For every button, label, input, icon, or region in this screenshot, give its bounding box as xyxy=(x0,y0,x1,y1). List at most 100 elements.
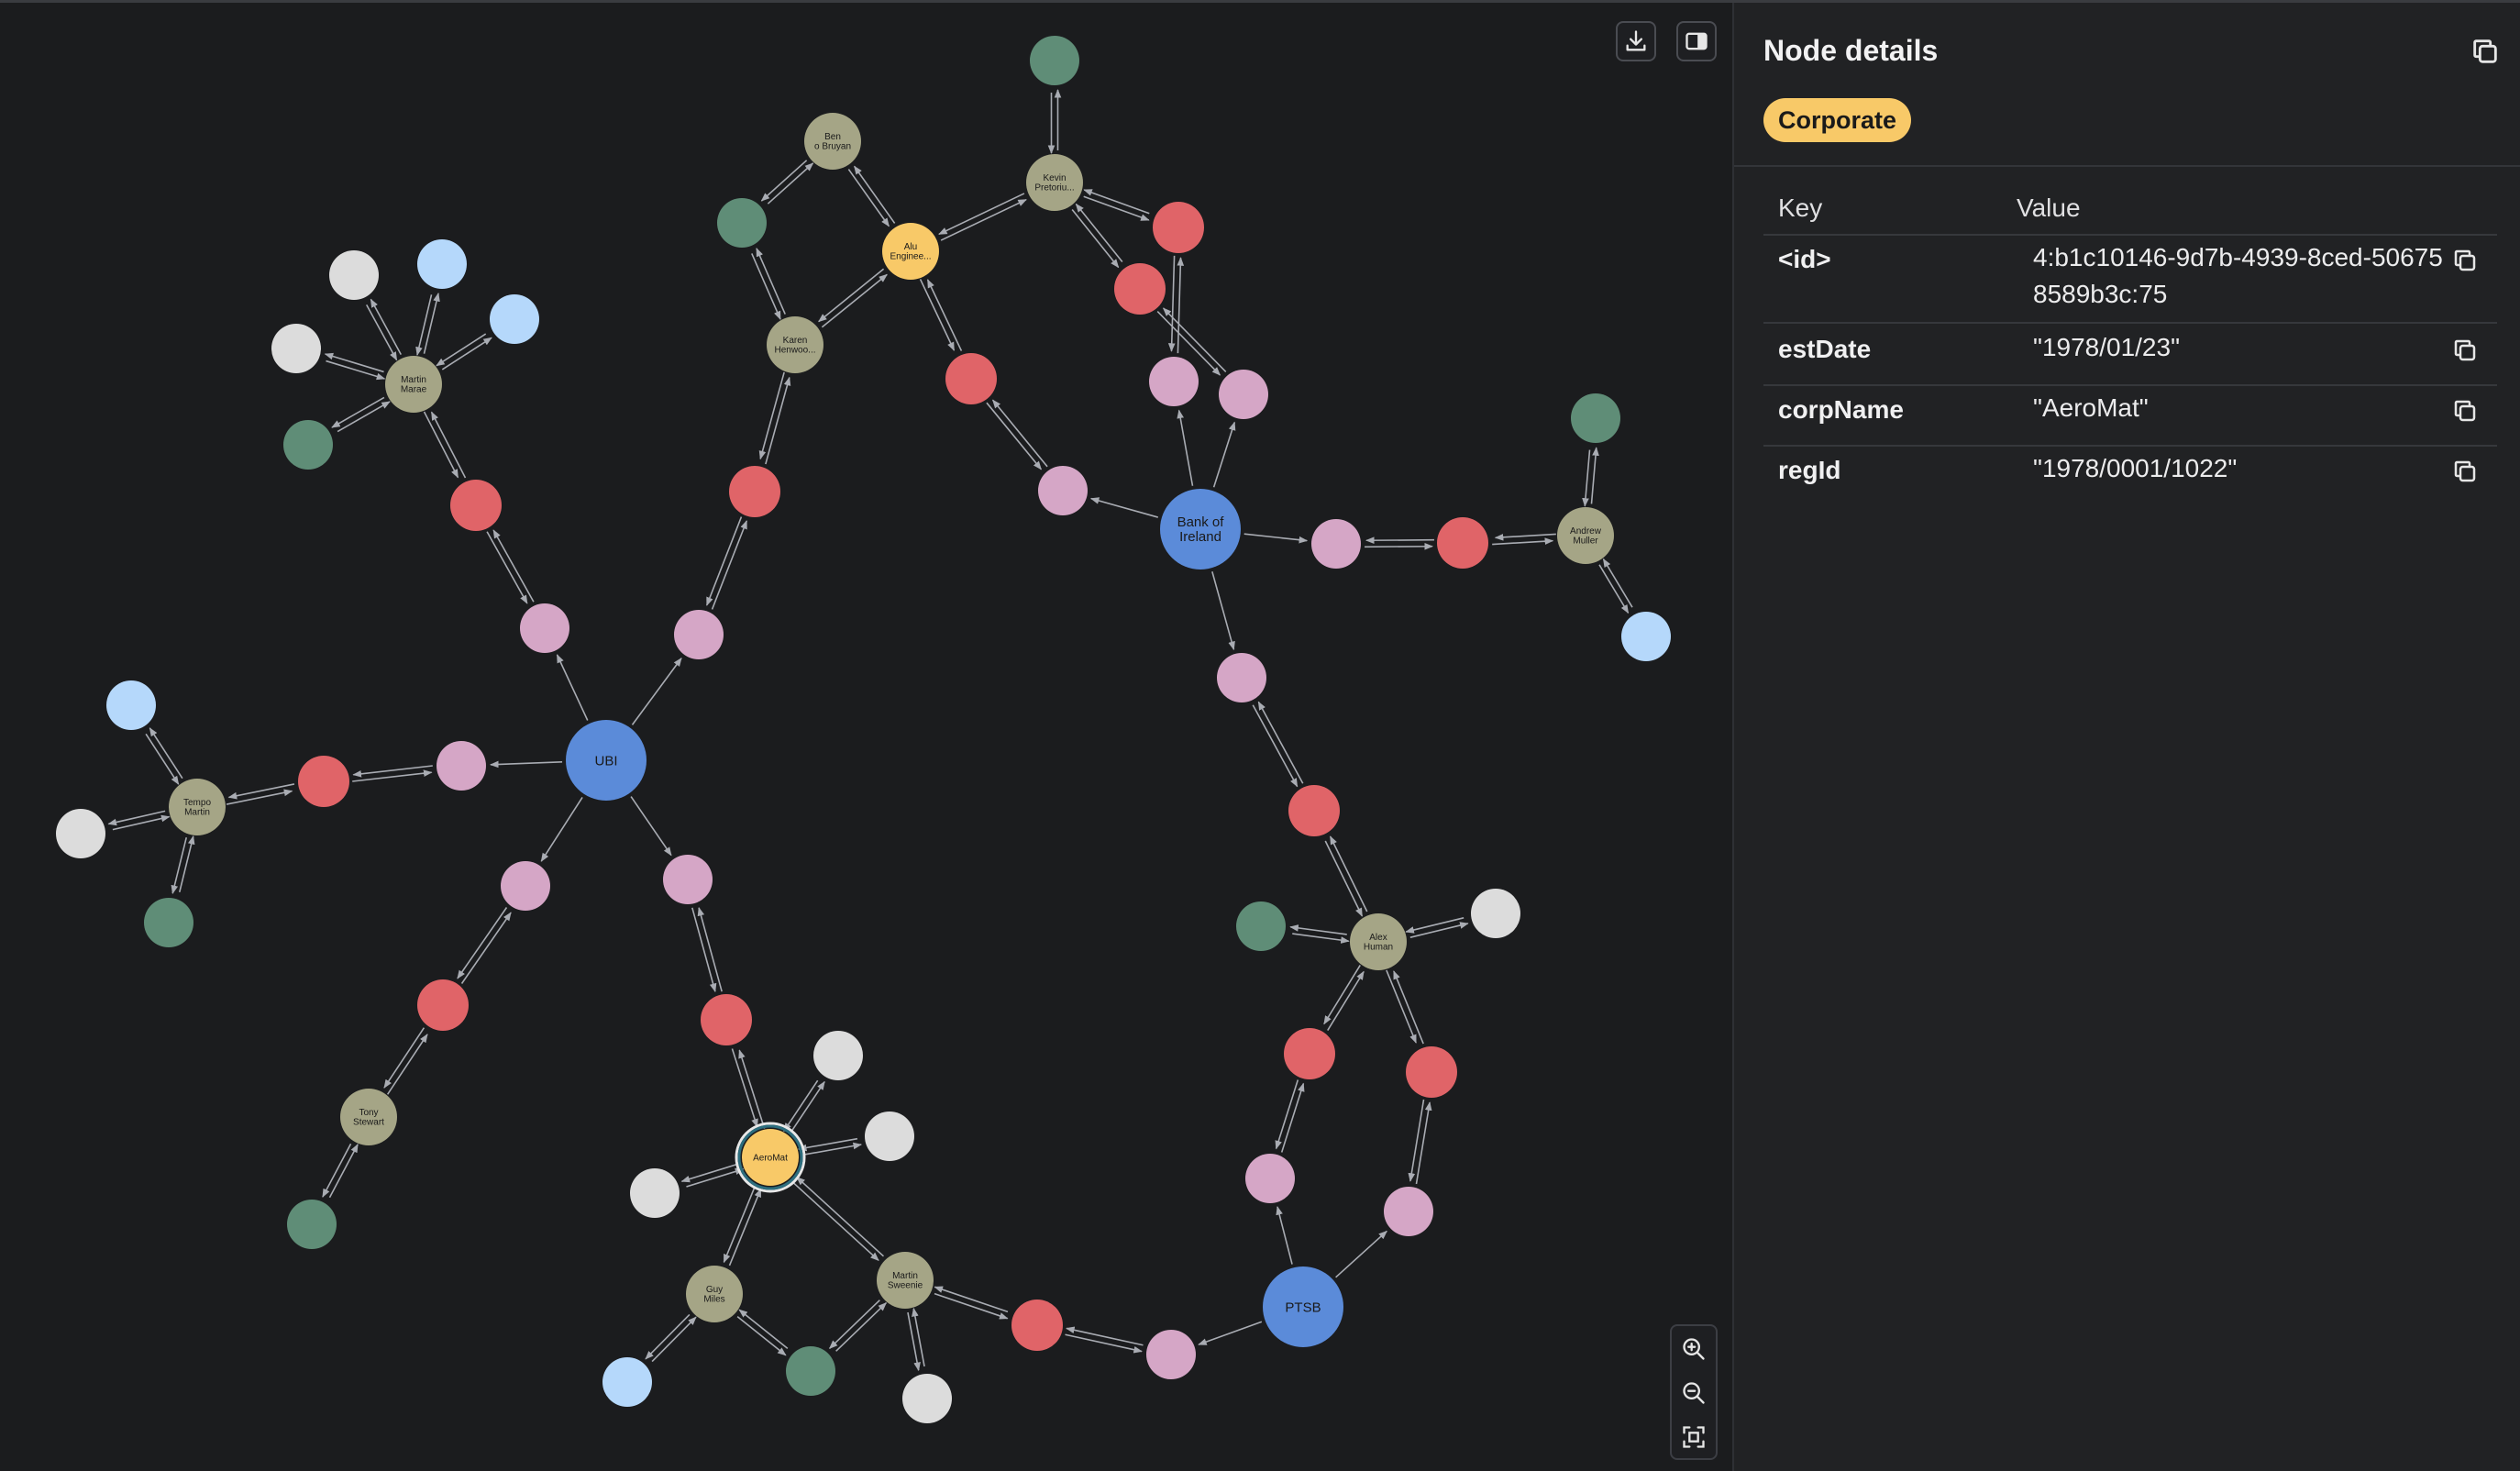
relationship-edge[interactable] xyxy=(1252,704,1299,788)
node-circle[interactable] xyxy=(1406,1046,1457,1098)
relationship-edge[interactable] xyxy=(940,198,1027,241)
node-circle[interactable] xyxy=(1149,357,1199,406)
node-circle[interactable] xyxy=(329,250,379,300)
graph-node[interactable]: Guy Miles xyxy=(686,1266,743,1322)
node-circle[interactable] xyxy=(1245,1154,1295,1203)
relationship-edge[interactable] xyxy=(992,399,1048,468)
relationship-edge[interactable] xyxy=(1408,1099,1425,1182)
graph-node[interactable]: Tony Stewart xyxy=(340,1089,397,1145)
node-circle[interactable] xyxy=(786,1346,835,1396)
relationship-edge[interactable] xyxy=(556,654,589,721)
node-circle[interactable] xyxy=(701,994,752,1045)
graph-node[interactable]: Alu Enginee... xyxy=(882,223,939,280)
relationship-edge[interactable] xyxy=(171,836,188,895)
node-circle[interactable] xyxy=(56,809,105,858)
copy-value-button[interactable] xyxy=(2451,247,2482,278)
relationship-edge[interactable] xyxy=(790,1180,879,1261)
node-circle[interactable] xyxy=(1571,393,1620,443)
relationship-edge[interactable] xyxy=(1280,1082,1305,1153)
graph-node[interactable] xyxy=(106,680,156,730)
relationship-edge[interactable] xyxy=(1590,447,1599,504)
node-circle[interactable] xyxy=(417,239,467,289)
graph-node[interactable] xyxy=(865,1112,914,1161)
graph-canvas[interactable]: UBI Bank of Ireland PTSB AeroMat Alu Enginee..… xyxy=(0,3,1732,1471)
graph-node[interactable] xyxy=(729,466,780,517)
relationship-edge[interactable] xyxy=(765,376,791,465)
relationship-edge[interactable] xyxy=(145,733,180,785)
relationship-edge[interactable] xyxy=(783,1079,819,1133)
relationship-edge[interactable] xyxy=(1602,558,1633,608)
graph-node[interactable] xyxy=(945,353,997,404)
node-circle[interactable] xyxy=(674,610,724,659)
graph-node[interactable]: PTSB xyxy=(1263,1266,1343,1347)
relationship-edge[interactable] xyxy=(1329,835,1368,912)
zoom-out-button[interactable] xyxy=(1672,1372,1716,1414)
relationship-edge[interactable] xyxy=(835,1302,888,1352)
relationship-edge[interactable] xyxy=(1405,917,1464,934)
node-circle[interactable] xyxy=(1284,1028,1335,1079)
relationship-edge[interactable] xyxy=(1071,208,1120,269)
relationship-edge[interactable] xyxy=(107,810,166,826)
relationship-edge[interactable] xyxy=(492,529,535,603)
graph-node[interactable] xyxy=(786,1346,835,1396)
copy-all-button[interactable] xyxy=(2470,36,2503,69)
relationship-edge[interactable] xyxy=(934,1292,1009,1320)
relationship-edge[interactable] xyxy=(1243,533,1309,544)
graph-node[interactable] xyxy=(630,1168,680,1218)
graph-node[interactable] xyxy=(1311,519,1361,569)
relationship-edge[interactable] xyxy=(986,402,1042,470)
graph-node[interactable]: Tempo Martin xyxy=(169,779,226,835)
relationship-edge[interactable] xyxy=(1083,189,1150,215)
graph-node[interactable]: Bank of Ireland xyxy=(1160,489,1241,570)
relationship-edge[interactable] xyxy=(1335,1230,1387,1278)
graph-node[interactable] xyxy=(674,610,724,659)
copy-value-button[interactable] xyxy=(2451,337,2482,368)
node-circle[interactable] xyxy=(1011,1300,1063,1351)
node-circle[interactable] xyxy=(1030,36,1079,85)
relationship-edge[interactable] xyxy=(818,268,885,323)
graph-node[interactable] xyxy=(287,1200,337,1249)
relationship-edge[interactable] xyxy=(1492,537,1554,546)
relationship-edge[interactable] xyxy=(1257,701,1304,784)
relationship-edge[interactable] xyxy=(1276,1206,1293,1265)
relationship-edge[interactable] xyxy=(1177,257,1185,354)
graph-node[interactable]: Martin Marae xyxy=(385,356,442,413)
graph-node[interactable] xyxy=(902,1374,952,1423)
graph-node[interactable] xyxy=(1146,1330,1196,1379)
graph-node[interactable] xyxy=(329,250,379,300)
relationship-edge[interactable] xyxy=(728,1188,762,1266)
relationship-edge[interactable] xyxy=(328,1144,359,1199)
node-circle[interactable] xyxy=(1217,653,1266,702)
graph-node[interactable] xyxy=(1038,466,1088,515)
graph-node[interactable] xyxy=(520,603,569,653)
node-circle[interactable] xyxy=(144,898,193,947)
node-circle[interactable] xyxy=(1114,263,1166,315)
relationship-edge[interactable] xyxy=(460,912,512,984)
relationship-edge[interactable] xyxy=(630,796,672,857)
relationship-edge[interactable] xyxy=(801,1142,863,1156)
download-button[interactable] xyxy=(1616,21,1656,61)
graph-node[interactable] xyxy=(1245,1154,1295,1203)
node-circle[interactable] xyxy=(1621,612,1671,661)
relationship-edge[interactable] xyxy=(756,248,786,315)
graph-node[interactable]: Ben o Bruyan xyxy=(804,113,861,170)
relationship-edge[interactable] xyxy=(651,1316,697,1363)
graph-node[interactable] xyxy=(298,756,349,807)
relationship-edge[interactable] xyxy=(912,1307,925,1367)
relationship-edge[interactable] xyxy=(322,1143,352,1198)
relationship-edge[interactable] xyxy=(423,293,440,354)
node-circle[interactable] xyxy=(602,1357,652,1407)
graph-node[interactable] xyxy=(1288,785,1340,836)
relationship-edge[interactable] xyxy=(386,1034,428,1095)
relationship-edge[interactable] xyxy=(337,401,391,433)
relationship-edge[interactable] xyxy=(645,1313,691,1360)
node-circle[interactable] xyxy=(501,861,550,911)
node-circle[interactable] xyxy=(1311,519,1361,569)
node-circle[interactable] xyxy=(1153,202,1204,253)
graph-node[interactable] xyxy=(417,239,467,289)
node-circle[interactable] xyxy=(520,603,569,653)
relationship-edge[interactable] xyxy=(1365,536,1434,545)
node-circle[interactable] xyxy=(1219,370,1268,419)
graph-node[interactable]: Martin Sweenie xyxy=(877,1252,934,1309)
node-circle[interactable] xyxy=(417,979,469,1031)
